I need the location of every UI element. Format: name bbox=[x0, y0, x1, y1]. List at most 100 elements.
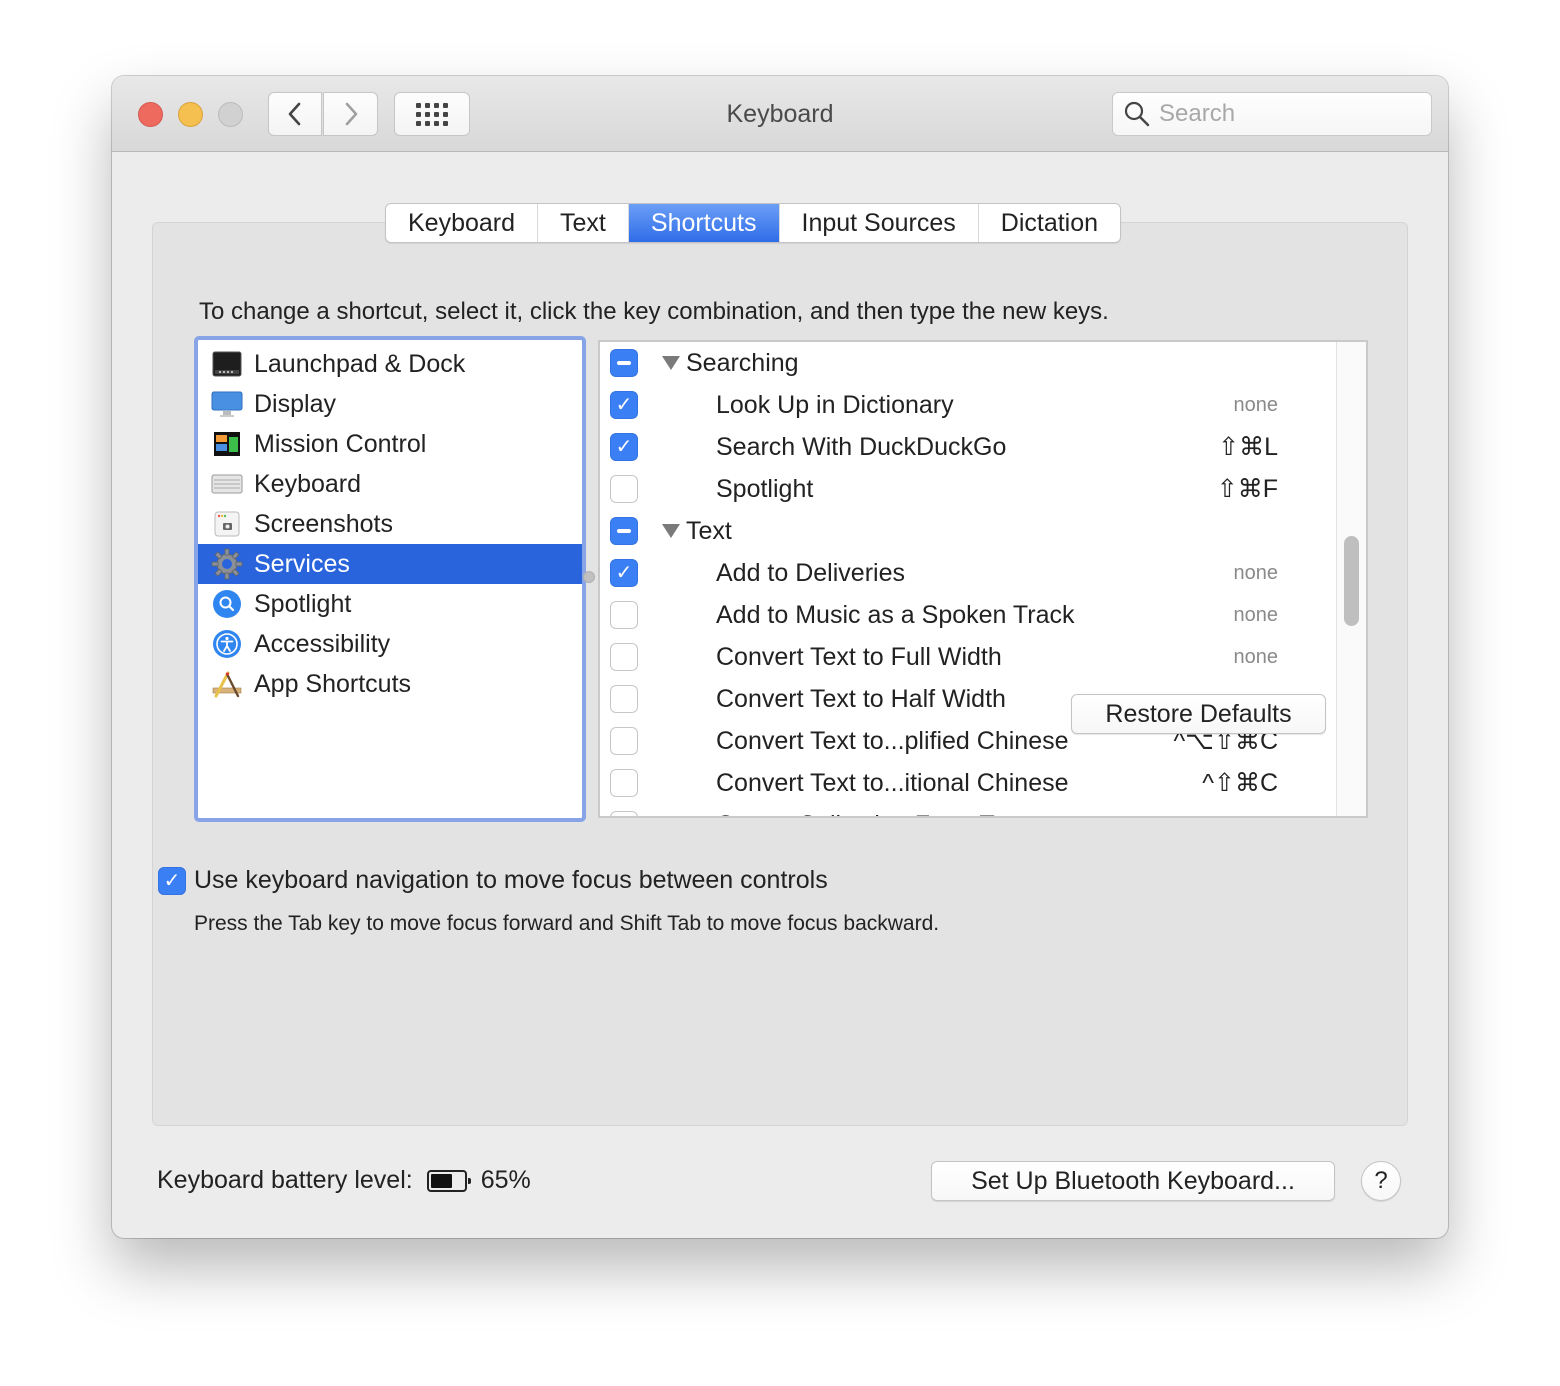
split-view-divider-handle[interactable] bbox=[583, 571, 595, 583]
category-label: Mission Control bbox=[254, 429, 427, 458]
shortcut-value[interactable]: ⇧⌘F bbox=[1217, 474, 1278, 504]
battery-icon bbox=[426, 1169, 471, 1192]
shortcut-value[interactable]: ^⇧⌘C bbox=[1202, 768, 1278, 798]
checkmark-icon: ✓ bbox=[615, 436, 633, 458]
keyboard-preferences-window: Keyboard Keyboard Text Shortcuts Input S… bbox=[112, 76, 1448, 1238]
service-row[interactable]: ✓ Search With DuckDuckGo ⇧⌘L bbox=[600, 426, 1336, 468]
battery-level-row: Keyboard battery level: 65% bbox=[157, 1166, 531, 1195]
category-app-shortcuts[interactable]: App Shortcuts bbox=[198, 664, 582, 704]
service-row[interactable]: Convert Text to Full Width none bbox=[600, 636, 1336, 678]
instruction-text: To change a shortcut, select it, click t… bbox=[199, 298, 1109, 325]
category-mission-control[interactable]: Mission Control bbox=[198, 424, 582, 464]
service-checkbox[interactable] bbox=[610, 685, 638, 713]
service-checkbox[interactable] bbox=[610, 727, 638, 755]
keyboard-icon bbox=[210, 467, 244, 501]
category-services[interactable]: Services bbox=[198, 544, 582, 584]
keyboard-navigation-hint: Press the Tab key to move focus forward … bbox=[194, 912, 940, 935]
category-label: Screenshots bbox=[254, 509, 393, 538]
group-label: Text bbox=[686, 516, 732, 545]
search-icon bbox=[1124, 101, 1150, 127]
search-input[interactable] bbox=[1159, 100, 1419, 128]
tab-keyboard[interactable]: Keyboard bbox=[386, 204, 539, 242]
setup-bluetooth-keyboard-button[interactable]: Set Up Bluetooth Keyboard... bbox=[931, 1161, 1335, 1201]
checkmark-icon: ✓ bbox=[163, 869, 181, 892]
service-checkbox[interactable]: ✓ bbox=[610, 433, 638, 461]
service-checkbox[interactable] bbox=[610, 643, 638, 671]
service-label: Spotlight bbox=[716, 474, 814, 503]
launchpad-dock-icon bbox=[210, 347, 244, 381]
keyboard-navigation-label[interactable]: Use keyboard navigation to move focus be… bbox=[194, 866, 828, 895]
mission-control-icon bbox=[210, 427, 244, 461]
search-field[interactable] bbox=[1112, 92, 1432, 136]
service-label: Convert Text to...plified Chinese bbox=[716, 726, 1069, 755]
app-shortcuts-icon bbox=[210, 667, 244, 701]
service-label: Add to Music as a Spoken Track bbox=[716, 600, 1075, 629]
shortcut-value[interactable]: ⇧⌘L bbox=[1218, 432, 1278, 462]
battery-label: Keyboard battery level: bbox=[157, 1166, 413, 1194]
service-label: Add to Deliveries bbox=[716, 558, 905, 587]
screenshots-icon bbox=[210, 507, 244, 541]
category-label: Spotlight bbox=[254, 589, 352, 618]
group-row-text[interactable]: Text bbox=[600, 510, 1336, 552]
service-label: Convert Text to Half Width bbox=[716, 684, 1006, 713]
service-label: Convert Text to Full Width bbox=[716, 642, 1002, 671]
checkmark-icon: ✓ bbox=[615, 394, 633, 416]
tab-bar: Keyboard Text Shortcuts Input Sources Di… bbox=[385, 203, 1122, 243]
help-button[interactable]: ? bbox=[1361, 1161, 1401, 1201]
service-row[interactable]: Create Collection From Text bbox=[600, 804, 1336, 816]
services-shortcut-list[interactable]: Searching ✓ Look Up in Dictionary none ✓… bbox=[598, 340, 1368, 818]
service-row[interactable]: Add to Music as a Spoken Track none bbox=[600, 594, 1336, 636]
category-spotlight[interactable]: Spotlight bbox=[198, 584, 582, 624]
service-row[interactable]: Spotlight ⇧⌘F bbox=[600, 468, 1336, 510]
tab-shortcuts[interactable]: Shortcuts bbox=[628, 204, 780, 242]
service-checkbox[interactable] bbox=[610, 769, 638, 797]
category-label: Launchpad & Dock bbox=[254, 349, 466, 378]
shortcut-category-list[interactable]: Launchpad & Dock Display Mission Control… bbox=[194, 336, 586, 822]
service-checkbox[interactable]: ✓ bbox=[610, 559, 638, 587]
category-label: App Shortcuts bbox=[254, 669, 412, 698]
shortcut-value[interactable]: none bbox=[1234, 562, 1279, 585]
category-label: Display bbox=[254, 389, 336, 418]
display-icon bbox=[210, 387, 244, 421]
category-accessibility[interactable]: Accessibility bbox=[198, 624, 582, 664]
shortcut-value[interactable]: none bbox=[1234, 394, 1279, 417]
service-label: Search With DuckDuckGo bbox=[716, 432, 1007, 461]
gear-icon bbox=[210, 547, 244, 581]
disclosure-triangle-icon[interactable] bbox=[662, 356, 680, 370]
group-row-searching[interactable]: Searching bbox=[600, 342, 1336, 384]
tab-dictation[interactable]: Dictation bbox=[979, 204, 1120, 242]
scrollbar-thumb[interactable] bbox=[1344, 536, 1359, 626]
disclosure-triangle-icon[interactable] bbox=[662, 524, 680, 538]
category-display[interactable]: Display bbox=[198, 384, 582, 424]
restore-defaults-button[interactable]: Restore Defaults bbox=[1071, 694, 1326, 734]
checkmark-icon: ✓ bbox=[615, 562, 633, 584]
vertical-scrollbar[interactable] bbox=[1336, 342, 1366, 816]
group-checkbox[interactable] bbox=[610, 517, 638, 545]
category-screenshots[interactable]: Screenshots bbox=[198, 504, 582, 544]
category-label: Keyboard bbox=[254, 469, 362, 498]
battery-percent: 65% bbox=[480, 1166, 531, 1194]
spotlight-icon bbox=[210, 587, 244, 621]
service-row[interactable]: ✓ Look Up in Dictionary none bbox=[600, 384, 1336, 426]
service-row[interactable]: Convert Text to...itional Chinese ^⇧⌘C bbox=[600, 762, 1336, 804]
category-label: Services bbox=[254, 549, 350, 578]
category-launchpad-dock[interactable]: Launchpad & Dock bbox=[198, 344, 582, 384]
shortcut-value[interactable]: none bbox=[1234, 604, 1279, 627]
keyboard-navigation-option[interactable]: ✓ Use keyboard navigation to move focus … bbox=[158, 866, 828, 895]
service-checkbox[interactable] bbox=[610, 601, 638, 629]
keyboard-navigation-checkbox[interactable]: ✓ bbox=[158, 866, 186, 895]
category-keyboard[interactable]: Keyboard bbox=[198, 464, 582, 504]
battery-fill bbox=[430, 1173, 452, 1188]
service-checkbox[interactable] bbox=[610, 475, 638, 503]
service-row[interactable]: ✓ Add to Deliveries none bbox=[600, 552, 1336, 594]
shortcut-value[interactable]: none bbox=[1234, 646, 1279, 669]
group-checkbox[interactable] bbox=[610, 349, 638, 377]
title-bar: Keyboard bbox=[112, 76, 1448, 152]
tab-text[interactable]: Text bbox=[538, 204, 629, 242]
service-checkbox[interactable]: ✓ bbox=[610, 391, 638, 419]
accessibility-icon bbox=[210, 627, 244, 661]
category-label: Accessibility bbox=[254, 629, 391, 658]
service-label: Look Up in Dictionary bbox=[716, 390, 954, 419]
service-checkbox[interactable] bbox=[610, 811, 638, 816]
tab-input-sources[interactable]: Input Sources bbox=[780, 204, 979, 242]
